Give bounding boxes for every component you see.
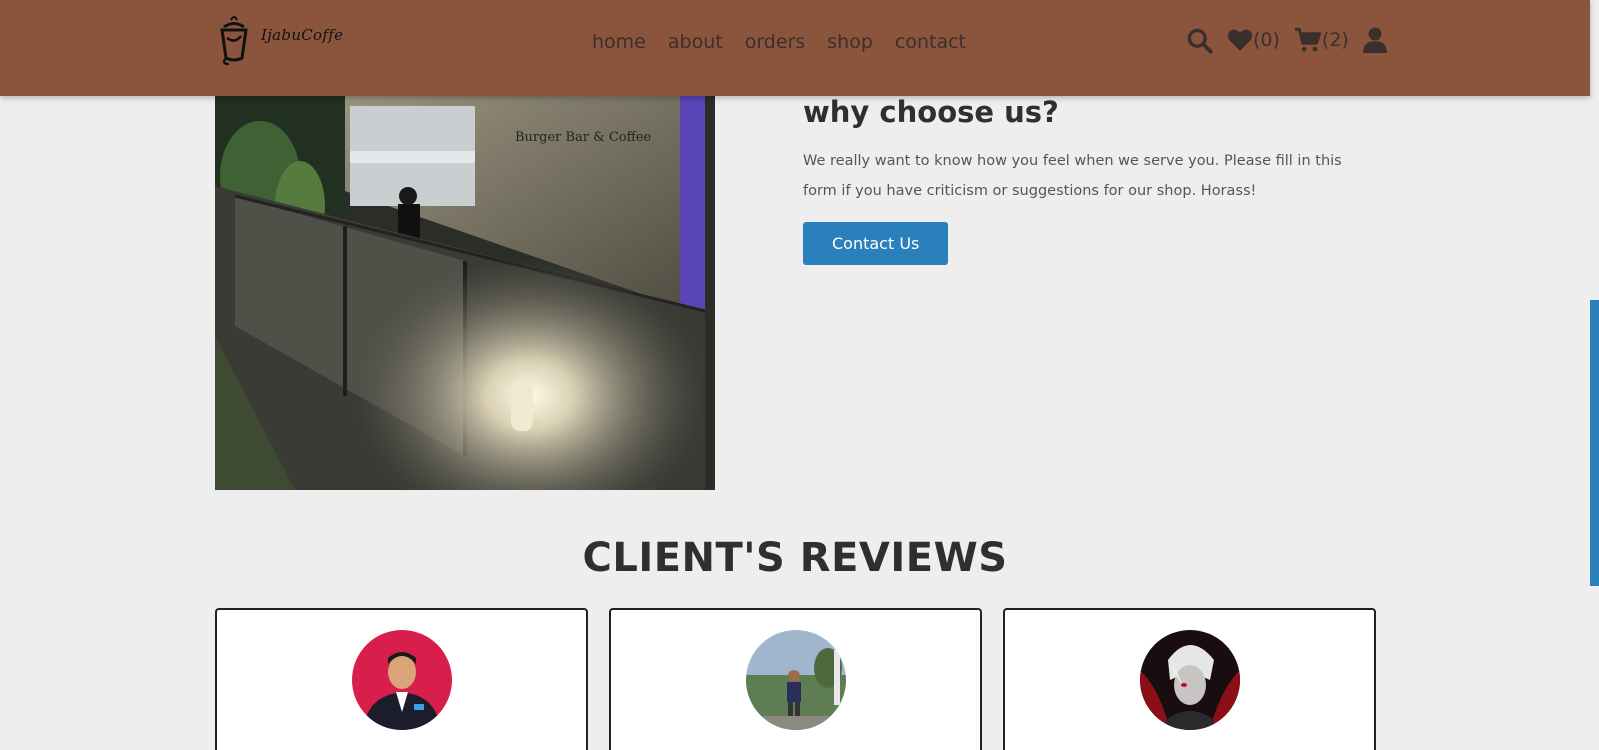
about-content: why choose us? We really want to know ho… [803, 92, 1373, 265]
brand-name: IjabuCoffe [261, 26, 344, 44]
reviewer-avatar [745, 630, 846, 730]
site-header: IjabuCoffe home about orders shop contac… [0, 0, 1590, 96]
nav-home[interactable]: home [592, 28, 646, 56]
coffee-cup-logo-icon [220, 16, 248, 66]
main-nav: home about orders shop contact [592, 28, 966, 56]
about-heading: why choose us? [803, 95, 1059, 129]
contact-us-button[interactable]: Contact Us [803, 222, 949, 265]
cart-button[interactable]: (2) [1294, 26, 1349, 54]
brand-logo[interactable]: IjabuCoffe [215, 14, 343, 66]
wishlist-button[interactable]: (0) [1227, 26, 1280, 54]
about-paragraph: We really want to know how you feel when… [803, 153, 1342, 199]
cart-icon [1294, 27, 1322, 52]
nav-about[interactable]: about [668, 28, 723, 56]
nav-orders[interactable]: orders [745, 28, 806, 56]
wishlist-count: (0) [1253, 29, 1280, 51]
user-icon [1362, 27, 1387, 53]
reviews-title: CLIENT'S REVIEWS [582, 535, 1008, 581]
search-button[interactable] [1186, 27, 1213, 54]
about-image: Burger Bar & Coffee [215, 96, 715, 490]
scrollbar-thumb[interactable] [1590, 300, 1599, 586]
user-button[interactable] [1362, 27, 1387, 53]
heart-icon [1227, 29, 1253, 51]
header-icons: (0) (2) [1186, 26, 1387, 54]
review-card [215, 608, 588, 750]
review-card [609, 608, 982, 750]
search-icon [1187, 28, 1213, 54]
nav-contact[interactable]: contact [895, 28, 966, 56]
reviewer-avatar [1139, 630, 1240, 730]
review-card [1003, 608, 1376, 750]
cart-count: (2) [1321, 29, 1349, 51]
reviewer-avatar [351, 630, 452, 730]
nav-shop[interactable]: shop [827, 28, 873, 56]
